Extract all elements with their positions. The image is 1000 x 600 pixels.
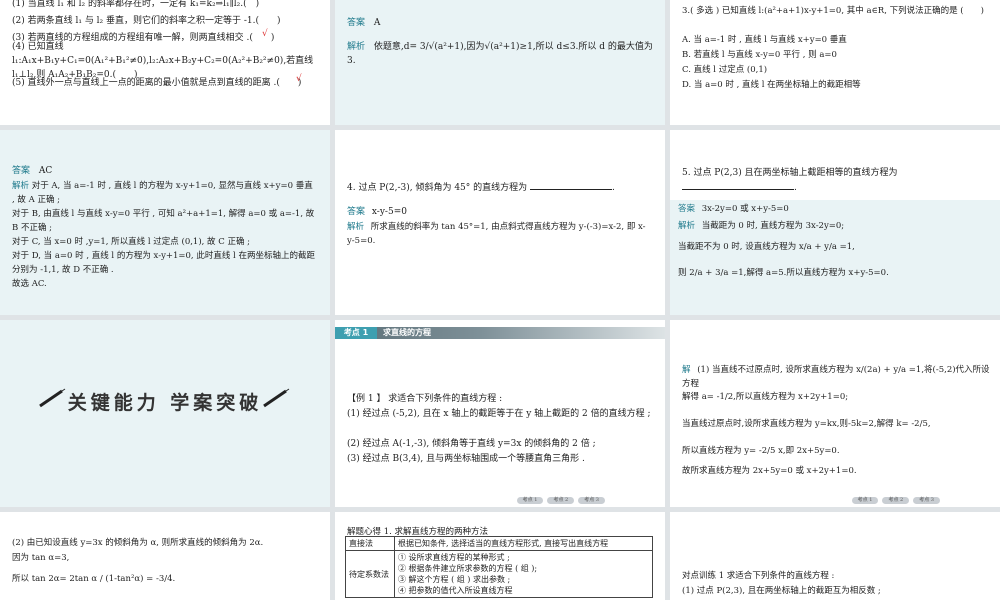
analysis-line-3: 则 2/a + 3/a =1,解得 a=5.所以直线方程为 x+y-5=0. [678,268,889,278]
solution-line-1: (2) 由已知设直线 y=3x 的倾斜角为 α, 则所求直线的倾斜角为 2α. [12,538,264,548]
answer-value: A [373,18,381,28]
answer-line: 答案 A [347,16,380,30]
topic-title: 求直线的方程 [383,328,431,337]
analysis-text: 所求直线的斜率为 tan 45°=1, 由点斜式得直线方程为 y-(-3)=x-… [347,222,646,246]
analysis-label: 解析 [347,42,366,52]
example-item-2: (2) 经过点 A(-1,-3), 倾斜角等于直线 y=3x 的倾斜角的 2 倍… [347,439,596,449]
question-5: 5. 过点 P(2,3) 且在两坐标轴上截距相等的直线方程为 . [682,168,898,193]
example-heading: 【例 1 】 求适合下列条件的直线方程 : [347,394,503,404]
example-item-1: (1) 经过点 (-5,2), 且在 x 轴上的截距等于在 y 轴上截距的 2 … [347,409,651,419]
slide-6: 5. 过点 P(2,3) 且在两坐标轴上截距相等的直线方程为 . 答案 3x-2… [670,130,1000,315]
solution-line-1: 解 (1) 当直线不过原点时, 设所求直线方程为 x/(2a) + y/a =1… [682,363,992,391]
table-row: 直接法 根据已知条件, 选择适当的直线方程形式, 直接写出直线方程 [345,536,653,551]
step-2: ② 根据条件建立所求参数的方程 ( 组 ); [398,564,538,573]
answer-label: 答案 [678,204,696,214]
practice-item-1: (1) 过点 P(2,3), 且在两坐标轴上的截距互为相反数 ; [682,586,881,596]
slide-11: 解题心得 1. 求解直线方程的两种方法 直接法 根据已知条件, 选择适当的直线方… [335,512,665,600]
slide-10: (2) 由已知设直线 y=3x 的倾斜角为 α, 则所求直线的倾斜角为 2α. … [0,512,330,600]
option-c: C. 直线 l 过定点 (0,1) [682,65,768,75]
analysis-label: 解析 [12,181,30,191]
slide-7: 关键能力 学案突破 [0,320,330,507]
slide-3: 3.( 多选 ) 已知直线 l:(a²+a+1)x-y+1=0, 其中 a∈R,… [670,0,1000,125]
question-4-text: 4. 过点 P(2,-3), 倾斜角为 45° 的直线方程为 [347,183,528,193]
nav-topic-1[interactable]: 考点 1 [851,497,879,504]
analysis-line-4: 对于 D, 当 a=0 时 , 直线 l 的方程为 x-y+1=0, 此时直线 … [12,251,315,275]
method-content: ① 设所求直线方程的某种形式 ; ② 根据条件建立所求参数的方程 ( 组 ); … [394,550,653,598]
analysis-line-5: 故选 AC. [12,279,47,289]
slide-9: 解 (1) 当直线不过原点时, 设所求直线方程为 x/(2a) + y/a =1… [670,320,1000,507]
statement-1: (1) 当直线 l₁ 和 l₂ 的斜率都存在时，一定有 k₁=k₂⇒l₁∥l₂.… [12,0,260,9]
topic-nav: 考点 1 考点 2 考点 3 [516,497,605,504]
answer-label: 答案 [12,166,31,176]
answer-value: 3x-2y=0 或 x+y-5=0 [701,204,789,214]
option-a: A. 当 a=-1 时 , 直线 l 与直线 x+y=0 垂直 [682,35,847,45]
check-mark-5: √ [296,74,302,84]
analysis-line-1: 对于 A, 当 a=-1 时 , 直线 l 的方程为 x-y+1=0, 显然与直… [12,181,313,205]
question-3: 3.( 多选 ) 已知直线 l:(a²+a+1)x-y+1=0, 其中 a∈R,… [682,6,984,16]
method-name: 直接法 [345,536,395,551]
analysis-line-2: 当截距不为 0 时, 设直线方程为 x/a + y/a =1, [678,242,855,252]
slide-4: 答案 AC 解析 对于 A, 当 a=-1 时 , 直线 l 的方程为 x-y+… [0,130,330,315]
topic-header-bar: 考点 1 求直线的方程 [335,327,665,339]
step-4: ④ 把参数的值代入所设直线方程 [398,586,513,595]
solution-label: 解 [682,365,691,375]
solution-line-2: 因为 tan α=3, [12,553,70,563]
check-mark-3: √ [262,29,268,39]
slide-8: 考点 1 求直线的方程 【例 1 】 求适合下列条件的直线方程 : (1) 经过… [335,320,665,507]
analysis-line-2: 对于 B, 由直线 l 与直线 x-y=0 平行 , 可知 a²+a+1=1, … [12,209,315,233]
step-3: ③ 解这个方程 ( 组 ) 求出参数 ; [398,575,511,584]
answer-value: x-y-5=0 [371,207,407,217]
analysis-text-1: 当截距为 0 时, 直线方程为 3x-2y=0; [701,221,845,231]
solution-line-2: 解得 a= -1/2,所以直线方程为 x+2y+1=0; [682,392,849,402]
analysis-text: 依题意,d= 3/√(a²+1),因为√(a²+1)≥1,所以 d≤3.所以 d… [347,42,653,66]
solution-line-4: 所以直线方程为 y= -2/5 x,即 2x+5y=0. [682,446,840,456]
method-content: 根据已知条件, 选择适当的直线方程形式, 直接写出直线方程 [394,536,653,551]
practice-heading: 对点训练 1 求适合下列条件的直线方程 : [682,571,835,581]
analysis-line: 解析 所求直线的斜率为 tan 45°=1, 由点斜式得直线方程为 y-(-3)… [347,220,652,248]
option-d: D. 当 a=0 时 , 直线 l 在两坐标轴上的截距相等 [682,80,861,90]
nav-topic-1[interactable]: 考点 1 [516,497,544,504]
table-row: 待定系数法 ① 设所求直线方程的某种形式 ; ② 根据条件建立所求参数的方程 (… [345,550,653,598]
question-4: 4. 过点 P(2,-3), 倾斜角为 45° 的直线方程为 . [347,180,657,195]
pen-right-icon [263,388,290,408]
answer-blank [682,180,794,190]
analysis-label: 解析 [678,221,696,231]
solution-line-3: 所以 tan 2α= 2tan α / (1-tan²α) = -3/4. [12,574,176,584]
analysis-line: 解析 依题意,d= 3/√(a²+1),因为√(a²+1)≥1,所以 d≤3.所… [347,40,657,68]
solution-text-1: (1) 当直线不过原点时, 设所求直线方程为 x/(2a) + y/a =1,将… [682,365,990,389]
answer-blank [530,180,613,190]
nav-topic-3[interactable]: 考点 3 [578,497,605,504]
nav-topic-2[interactable]: 考点 2 [882,497,910,504]
answer-line: 答案 AC [12,164,52,178]
answer-value: AC [38,166,53,176]
solution-line-3: 当直线过原点时,设所求直线方程为 y=kx,则-5k=2,解得 k= -2/5, [682,419,931,429]
analysis-block: 解析 对于 A, 当 a=-1 时 , 直线 l 的方程为 x-y+1=0, 显… [12,179,317,291]
statement-5: (5) 直线外一点与直线上一点的距离的最小值就是点到直线的距离 .( ) [12,78,302,88]
nav-topic-3[interactable]: 考点 3 [913,497,940,504]
topic-tag: 考点 1 [335,327,377,339]
option-b: B. 若直线 l 与直线 x-y=0 平行 , 则 a=0 [682,50,837,60]
method-name: 待定系数法 [345,550,395,598]
topic-nav: 考点 1 考点 2 考点 3 [851,497,940,504]
methods-table: 直接法 根据已知条件, 选择适当的直线方程形式, 直接写出直线方程 待定系数法 … [345,536,653,598]
step-1: ① 设所求直线方程的某种形式 ; [398,553,510,562]
statement-2: (2) 若两条直线 l₁ 与 l₂ 垂直，则它们的斜率之积一定等于 -1.( ) [12,16,281,26]
slide-1: (1) 当直线 l₁ 和 l₂ 的斜率都存在时，一定有 k₁=k₂⇒l₁∥l₂.… [0,0,330,125]
solution-line-5: 故所求直线方程为 2x+5y=0 或 x+2y+1=0. [682,466,857,476]
example-item-3: (3) 经过点 B(3,4), 且与两坐标轴围成一个等腰直角三角形 . [347,454,585,464]
question-5-text: 5. 过点 P(2,3) 且在两坐标轴上截距相等的直线方程为 [682,168,898,178]
answer-line: 答案 3x-2y=0 或 x+y-5=0 [678,202,789,216]
slide-2: 答案 A 解析 依题意,d= 3/√(a²+1),因为√(a²+1)≥1,所以 … [335,0,665,125]
analysis-line-1: 解析 当截距为 0 时, 直线方程为 3x-2y=0; [678,219,844,233]
slide-5: 4. 过点 P(2,-3), 倾斜角为 45° 的直线方程为 . 答案 x-y-… [335,130,665,315]
nav-topic-2[interactable]: 考点 2 [547,497,575,504]
analysis-label: 解析 [347,222,365,232]
answer-panel: 答案 3x-2y=0 或 x+y-5=0 解析 当截距为 0 时, 直线方程为 … [670,200,1000,315]
answer-line: 答案 x-y-5=0 [347,205,407,219]
slide-12: 对点训练 1 求适合下列条件的直线方程 : (1) 过点 P(2,3), 且在两… [670,512,1000,600]
answer-label: 答案 [347,18,366,28]
answer-label: 答案 [347,207,366,217]
analysis-line-3: 对于 C, 当 x=0 时 ,y=1, 所以直线 l 过定点 (0,1), 故 … [12,237,251,247]
